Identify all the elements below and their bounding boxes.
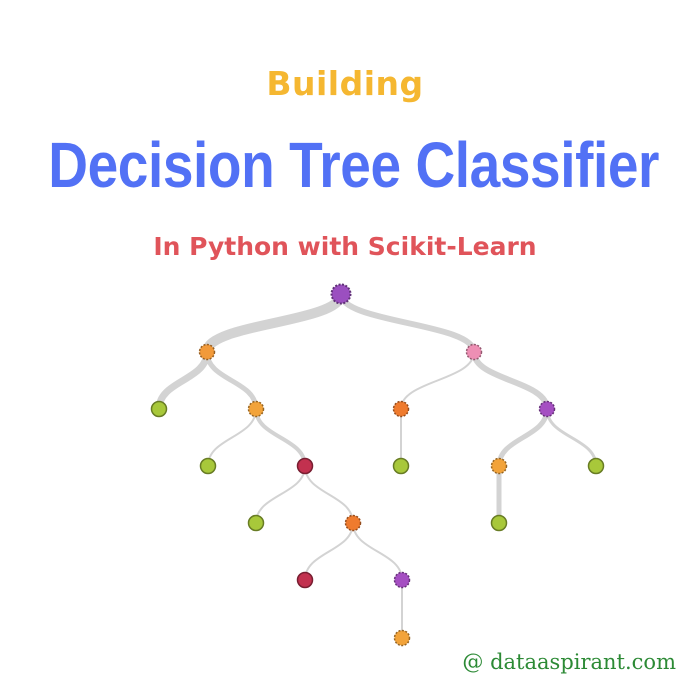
watermark: @ dataaspirant.com <box>462 650 676 674</box>
tree-node-lrl <box>199 457 217 475</box>
tree-node-lrrl <box>247 514 265 532</box>
tree-edge-lrrrl <box>304 522 354 581</box>
tree-edge-rr <box>471 349 550 412</box>
decision-tree-illustration <box>150 283 605 647</box>
tree-node-lr <box>247 400 265 418</box>
tree-node-rl <box>392 400 410 418</box>
tree-node-rrr <box>587 457 605 475</box>
tree-node-lrrr <box>344 514 362 532</box>
tree-edge-rrl <box>496 406 550 469</box>
tree-edges <box>155 289 598 639</box>
tree-node-rrl <box>490 457 508 475</box>
tree-edge-lrr <box>254 407 307 468</box>
tree-edge-lrl <box>207 408 257 467</box>
tree-node-lrrrl <box>296 571 314 589</box>
tree-edge-r <box>338 291 477 355</box>
tree-node-ll <box>150 400 168 418</box>
tree-edge-lrrr <box>304 465 354 524</box>
tree-node-lrrrr <box>393 571 411 589</box>
tree-edge-l <box>202 289 346 357</box>
tree-node-r <box>465 343 483 361</box>
tree-edge-lr <box>204 349 259 412</box>
tree-node-rrll <box>490 514 508 532</box>
tree-edge-ll <box>155 348 211 413</box>
tree-edge-rl <box>400 351 475 410</box>
tree-node-lrrrrl <box>393 629 411 647</box>
tree-edge-lrrrr <box>352 522 403 581</box>
tree-node-root <box>330 283 352 305</box>
tree-edge-rrr <box>545 407 598 468</box>
tree-node-rll <box>392 457 410 475</box>
tree-node-lrr <box>296 457 314 475</box>
tree-edge-lrrl <box>255 465 306 524</box>
tree-node-l <box>198 343 216 361</box>
tree-node-rr <box>538 400 556 418</box>
poster: Building Decision Tree Classifier In Pyt… <box>0 0 690 690</box>
